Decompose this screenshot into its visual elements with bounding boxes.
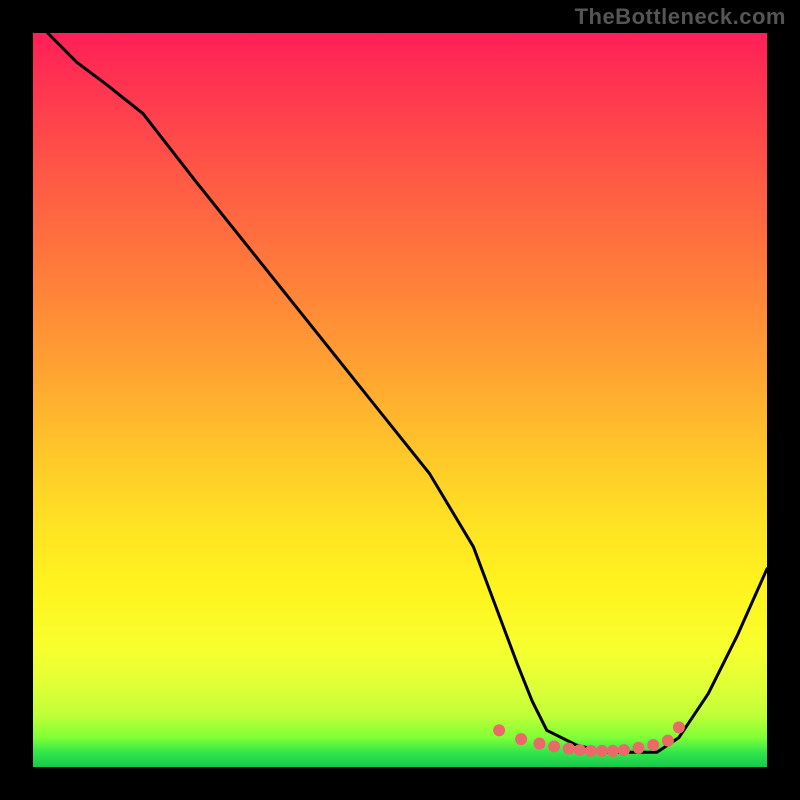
marker-dot: [493, 724, 505, 736]
marker-dot: [515, 733, 527, 745]
marker-dot: [563, 743, 575, 755]
marker-dot: [534, 738, 546, 750]
marker-dot: [574, 744, 586, 756]
marker-dot: [548, 740, 560, 752]
marker-dot: [596, 745, 608, 757]
marker-dot: [607, 745, 619, 757]
marker-dot: [662, 735, 674, 747]
watermark-text: TheBottleneck.com: [575, 4, 786, 30]
marker-dot: [647, 739, 659, 751]
marker-dot: [633, 742, 645, 754]
marker-dot: [618, 744, 630, 756]
plot-svg: [33, 33, 767, 767]
marker-dot: [673, 721, 685, 733]
marker-dot: [585, 745, 597, 757]
chart-stage: TheBottleneck.com: [0, 0, 800, 800]
curve-line: [48, 33, 767, 752]
plot-area: [33, 33, 767, 767]
